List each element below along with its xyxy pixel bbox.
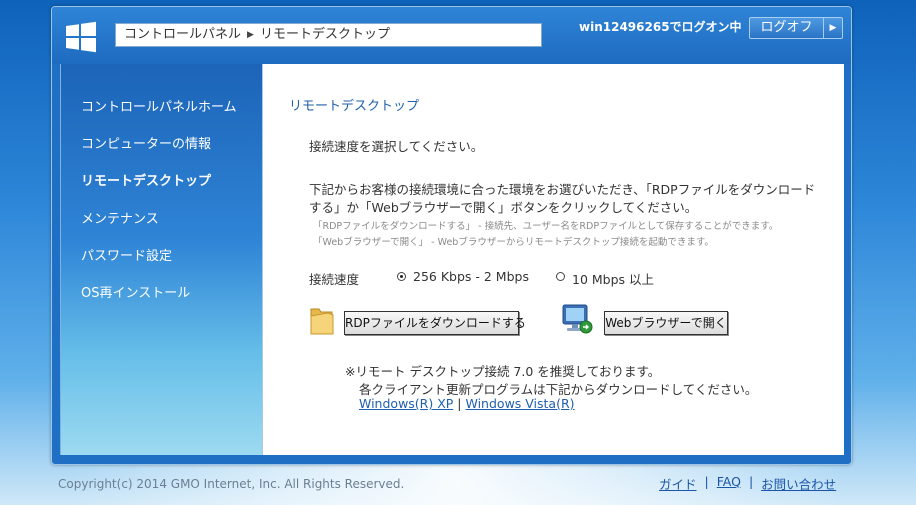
client-update-links: Windows(R) XP | Windows Vista(R) <box>359 396 575 411</box>
footer-link-contact[interactable]: お問い合わせ <box>761 474 836 493</box>
sidebar-item-os-reinstall[interactable]: OS再インストール <box>81 282 190 301</box>
folder-icon <box>310 308 334 335</box>
speed-option-label-256kbps: 256 Kbps - 2 Mbps <box>413 269 529 284</box>
speed-label: 接続速度 <box>309 272 360 287</box>
recommend-line-1: ※リモート デスクトップ接続 7.0 を推奨しております。 <box>345 364 661 379</box>
speed-option-label-10mbps: 10 Mbps 以上 <box>572 272 655 287</box>
remote-desktop-icon <box>562 304 593 334</box>
note-line-2: 「Webブラウザーで開く」 - Webブラウザーからリモートデスクトップ接続を起… <box>313 237 714 248</box>
sidebar-item-maintenance[interactable]: メンテナンス <box>81 208 159 227</box>
windows-logo-icon <box>66 21 96 53</box>
instruction-line-1: 下記からお客様の接続環境に合った環境をお選びいただき、「RDPファイルをダウンロ… <box>309 182 816 197</box>
note-line-1: 「RDPファイルをダウンロードする」 - 接続先、ユーザー名をRDPファイルとし… <box>313 221 779 232</box>
breadcrumb: コントロールパネル ▶ リモートデスクトップ <box>115 23 542 47</box>
sidebar-item-control-panel-home[interactable]: コントロールパネルホーム <box>81 96 237 115</box>
page-title: リモートデスクトップ <box>289 99 420 114</box>
footer-link-guide[interactable]: ガイド <box>659 474 697 493</box>
arrow-right-icon: ▶ <box>823 18 842 38</box>
footer-separator: | <box>748 474 754 489</box>
footer-separator: | <box>704 474 709 489</box>
speed-radio-256kbps[interactable] <box>397 272 406 281</box>
windows-vista-link[interactable]: Windows Vista(R) <box>466 396 575 411</box>
instruction-line-2: する」か「Webブラウザーで開く」ボタンをクリックしてください。 <box>309 200 698 215</box>
speed-radio-10mbps[interactable] <box>556 272 565 281</box>
breadcrumb-item-control-panel[interactable]: コントロールパネル <box>124 24 241 46</box>
rdp-download-button[interactable]: RDPファイルをダウンロードする <box>344 311 526 335</box>
footer-link-faq[interactable]: FAQ <box>717 474 741 493</box>
link-separator: | <box>457 396 462 411</box>
control-panel-window: コントロールパネル ▶ リモートデスクトップ win12496265でログオン中… <box>51 6 852 465</box>
logoff-button-label: ログオフ <box>760 20 813 35</box>
header-bar: コントロールパネル ▶ リモートデスクトップ win12496265でログオン中… <box>52 7 851 64</box>
sidebar-item-remote-desktop[interactable]: リモートデスクトップ <box>81 170 211 189</box>
windows-xp-link[interactable]: Windows(R) XP <box>359 396 453 411</box>
logon-status: win12496265でログオン中 <box>579 20 742 34</box>
sidebar-item-password-settings[interactable]: パスワード設定 <box>81 245 172 264</box>
footer-links: ガイド | FAQ | お問い合わせ <box>659 474 836 493</box>
breadcrumb-separator-icon: ▶ <box>247 30 254 40</box>
open-in-browser-button[interactable]: Webブラウザーで開く <box>604 311 728 335</box>
copyright-text: Copyright(c) 2014 GMO Internet, Inc. All… <box>58 477 405 491</box>
sidebar: コントロールパネルホーム コンピューターの情報 リモートデスクトップ メンテナン… <box>60 64 262 455</box>
main-content: リモートデスクトップ 接続速度を選択してください。 下記からお客様の接続環境に合… <box>262 64 844 455</box>
logoff-button[interactable]: ログオフ ▶ <box>749 17 843 39</box>
select-speed-text: 接続速度を選択してください。 <box>309 139 484 154</box>
breadcrumb-item-remote-desktop: リモートデスクトップ <box>259 27 390 42</box>
sidebar-item-computer-info[interactable]: コンピューターの情報 <box>81 133 211 152</box>
